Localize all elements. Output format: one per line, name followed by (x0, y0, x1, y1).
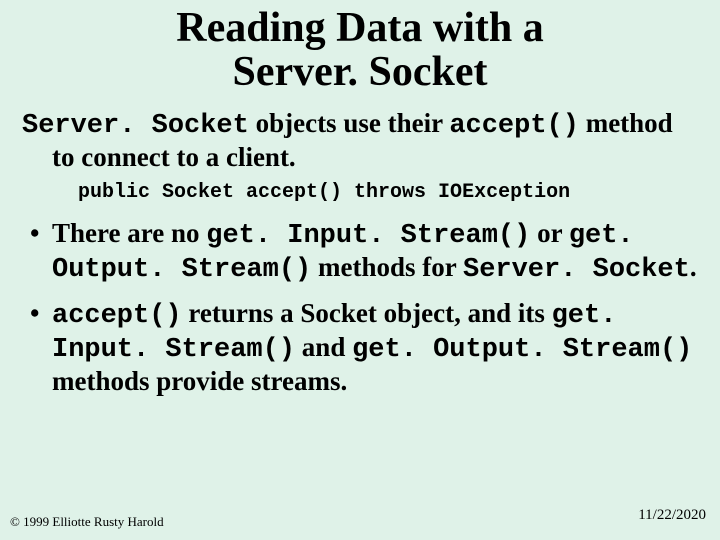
b2-text-3: methods provide streams. (52, 366, 347, 396)
b1-code-1: get. Input. Stream() (206, 221, 530, 251)
b1-code-3: Server. Socket (463, 255, 690, 285)
b2-code-1: accept() (52, 301, 182, 331)
slide: Reading Data with a Server. Socket Serve… (0, 0, 720, 540)
bullet-item-1: There are no get. Input. Stream() or get… (30, 218, 698, 286)
date-footer: 11/22/2020 (638, 507, 706, 524)
slide-body: Server. Socket objects use their accept(… (0, 94, 720, 397)
intro-code-1: Server. Socket (22, 111, 249, 141)
title-line-2: Server. Socket (232, 49, 487, 95)
intro-paragraph: Server. Socket objects use their accept(… (22, 108, 698, 173)
bullet-item-2: accept() returns a Socket object, and it… (30, 298, 698, 397)
slide-title: Reading Data with a Server. Socket (0, 0, 720, 94)
b1-text-3: methods for (311, 252, 463, 282)
method-signature: public Socket accept() throws IOExceptio… (22, 181, 698, 204)
intro-code-2: accept() (449, 111, 579, 141)
copyright-footer: © 1999 Elliotte Rusty Harold (10, 514, 164, 530)
b1-text-1: There are no (52, 218, 206, 248)
b2-text-1: returns a Socket object, and its (182, 298, 552, 328)
bullet-list: There are no get. Input. Stream() or get… (22, 218, 698, 397)
title-line-1: Reading Data with a (176, 5, 544, 51)
b2-code-3: get. Output. Stream() (352, 335, 692, 365)
intro-text-1: objects use their (249, 108, 449, 138)
b2-text-2: and (295, 332, 352, 362)
b1-text-4: . (690, 252, 697, 282)
b1-text-2: or (530, 218, 569, 248)
